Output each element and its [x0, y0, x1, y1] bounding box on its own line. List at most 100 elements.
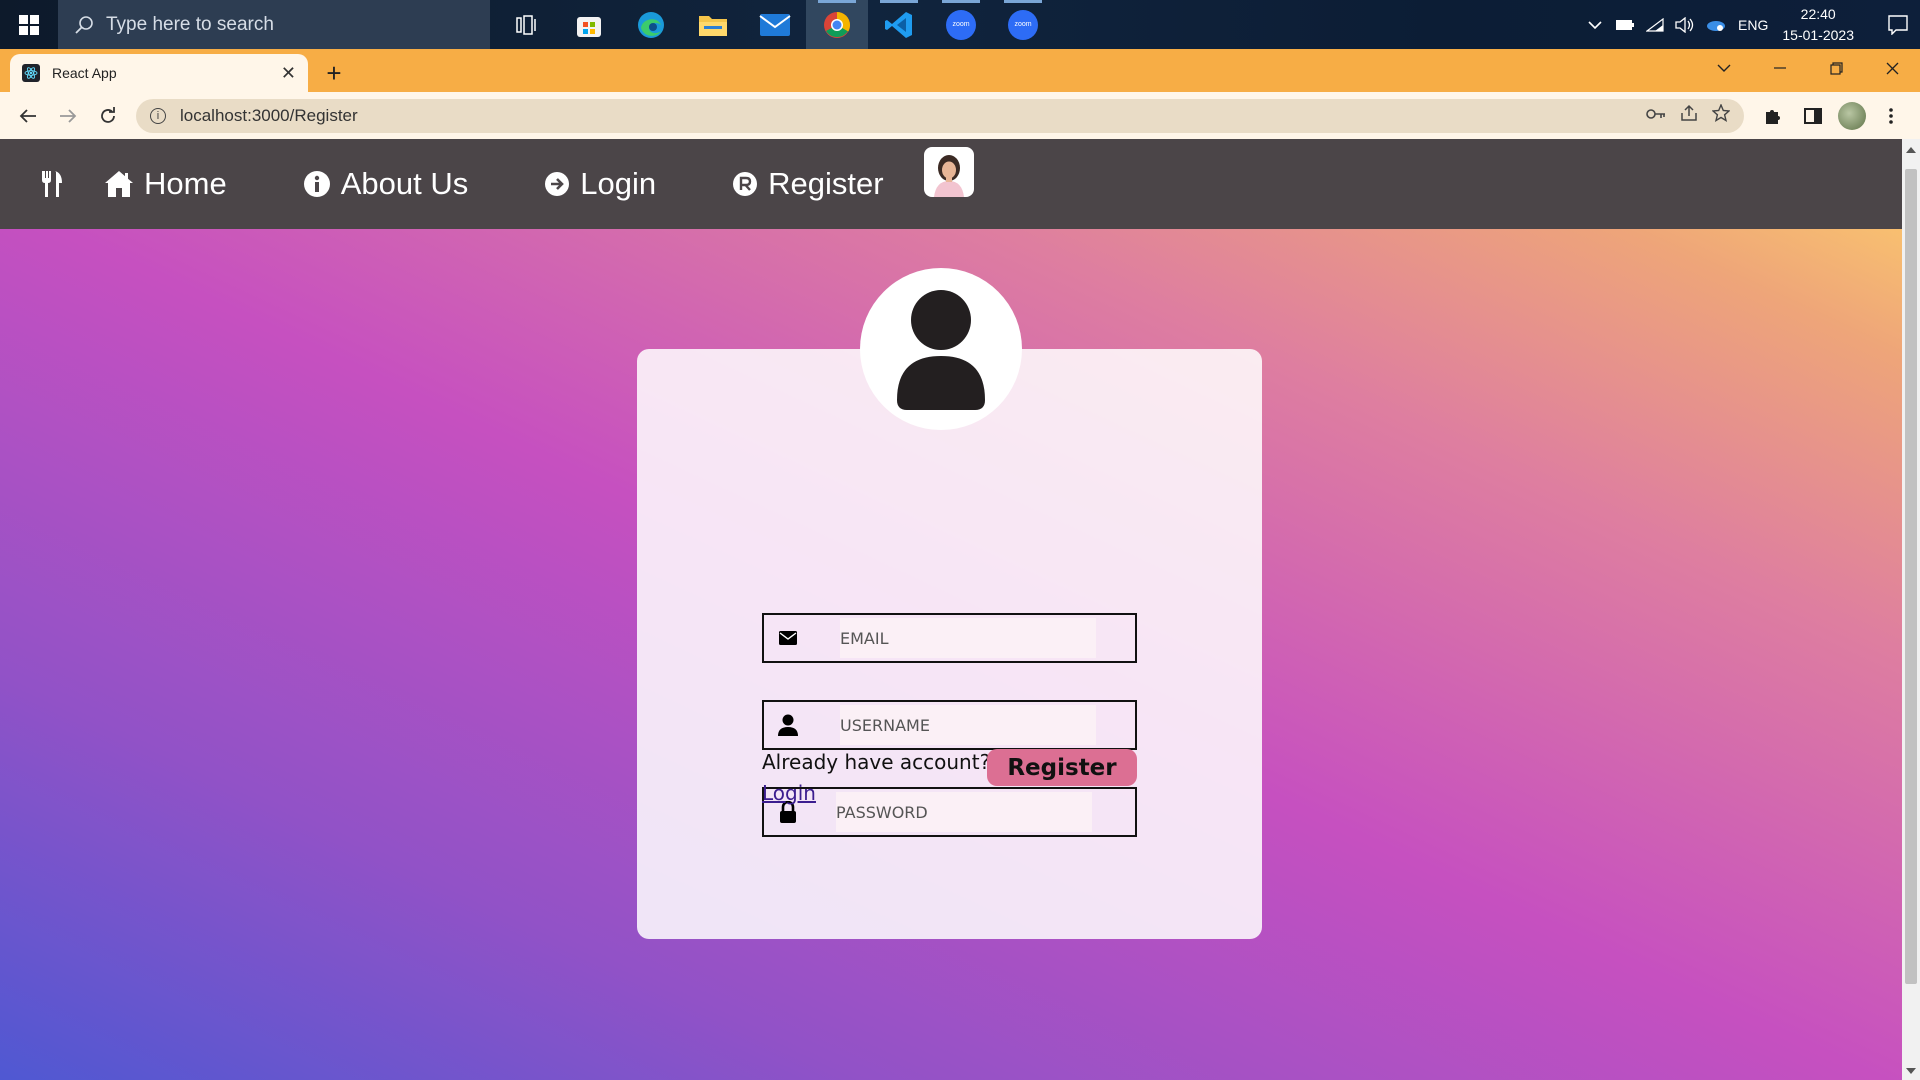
user-placeholder-avatar: [860, 268, 1022, 430]
back-button[interactable]: [8, 96, 48, 136]
windows-taskbar: Type here to search zoom zoom ENG 22:40 …: [0, 0, 1920, 49]
side-panel-icon: [1804, 107, 1822, 124]
mail-icon: [759, 13, 791, 36]
forward-button[interactable]: [48, 96, 88, 136]
username-field[interactable]: [762, 700, 1137, 750]
notification-icon: [1888, 14, 1908, 35]
email-field[interactable]: [762, 613, 1137, 663]
taskbar-zoom-2[interactable]: zoom: [992, 0, 1054, 49]
profile-avatar[interactable]: [1838, 101, 1866, 130]
clock[interactable]: 22:40 15-01-2023: [1782, 4, 1854, 46]
new-tab-button[interactable]: +: [316, 54, 352, 92]
bookmark-star-icon[interactable]: [1711, 103, 1731, 127]
onedrive-icon[interactable]: [1700, 0, 1730, 49]
puzzle-icon: [1766, 109, 1780, 124]
user-silhouette-icon: [897, 290, 985, 410]
utensils-logo-icon[interactable]: [0, 139, 104, 229]
file-explorer-icon: [699, 15, 727, 36]
more-vert-icon: [1889, 107, 1893, 124]
reload-button[interactable]: [88, 96, 128, 136]
minimize-icon: [1774, 67, 1786, 69]
chrome-menu-button[interactable]: [1876, 101, 1906, 131]
side-panel-button[interactable]: [1798, 101, 1828, 131]
site-info-icon[interactable]: i: [150, 107, 166, 124]
arrow-right-icon: [60, 108, 77, 123]
chrome-icon: [824, 11, 851, 38]
wifi-icon[interactable]: [1640, 0, 1670, 49]
restore-icon: [1829, 61, 1843, 75]
microsoft-store-icon: [577, 16, 601, 37]
language-indicator[interactable]: ENG: [1738, 17, 1768, 33]
taskbar-chrome[interactable]: [806, 0, 868, 49]
nav-link-label: Login: [580, 166, 657, 201]
taskbar-edge[interactable]: [620, 0, 682, 49]
clock-time: 22:40: [1800, 5, 1836, 22]
page-scrollbar[interactable]: [1902, 139, 1920, 1080]
user-icon: [770, 714, 806, 736]
restore-button[interactable]: [1808, 49, 1864, 87]
browser-toolbar: i localhost:3000/Register: [0, 92, 1920, 139]
nav-link-label: Register: [768, 166, 884, 201]
taskbar-search[interactable]: Type here to search: [58, 0, 490, 49]
key-icon[interactable]: [1646, 104, 1666, 127]
home-icon: [104, 170, 134, 198]
address-bar-url: localhost:3000/Register: [180, 105, 358, 125]
registered-icon: [732, 171, 758, 197]
reload-icon: [101, 106, 115, 123]
taskbar-zoom-1[interactable]: zoom: [930, 0, 992, 49]
scroll-up-icon[interactable]: [1906, 147, 1916, 153]
site-navbar: Home About Us Login Register: [0, 139, 1902, 229]
battery-icon[interactable]: [1610, 0, 1640, 49]
scroll-thumb[interactable]: [1905, 169, 1917, 984]
nav-link-label: About Us: [340, 166, 469, 201]
password-input[interactable]: [836, 792, 1092, 832]
register-button[interactable]: Register: [987, 749, 1137, 786]
password-field[interactable]: [762, 787, 1137, 837]
zoom-label: zoom: [952, 21, 970, 28]
nav-link-label: Home: [144, 166, 227, 201]
volume-icon[interactable]: [1670, 0, 1700, 49]
arrow-circle-right-icon: [544, 171, 570, 197]
show-hidden-icons[interactable]: [1580, 0, 1610, 49]
tab-search-button[interactable]: [1696, 49, 1752, 87]
search-icon: [75, 15, 93, 34]
start-button[interactable]: [0, 0, 58, 49]
close-tab-icon[interactable]: ✕: [281, 63, 296, 84]
login-link[interactable]: Login: [762, 781, 816, 805]
chevron-up-icon: [1588, 20, 1602, 29]
browser-tab[interactable]: React App ✕: [10, 54, 308, 92]
close-icon: [1886, 62, 1898, 74]
nav-link-register[interactable]: Register: [732, 166, 884, 202]
taskbar-file-explorer[interactable]: [682, 0, 744, 49]
close-window-button[interactable]: [1864, 49, 1920, 87]
react-favicon-icon: [22, 64, 40, 82]
notification-center[interactable]: [1876, 14, 1920, 35]
zoom-icon: zoom: [946, 9, 976, 40]
chevron-down-icon: [1717, 64, 1731, 72]
minimize-button[interactable]: [1752, 49, 1808, 87]
info-icon: [303, 170, 331, 198]
taskbar-search-placeholder: Type here to search: [106, 13, 274, 35]
email-input[interactable]: [840, 618, 1096, 658]
windows-logo-icon: [19, 14, 39, 35]
nav-link-login[interactable]: Login: [544, 166, 656, 202]
taskbar-microsoft-store[interactable]: [558, 0, 620, 49]
taskbar-mail[interactable]: [744, 0, 806, 49]
taskbar-task-view[interactable]: [496, 0, 558, 49]
user-avatar[interactable]: [923, 147, 974, 197]
share-icon[interactable]: [1680, 104, 1698, 127]
address-bar[interactable]: i localhost:3000/Register: [136, 98, 1744, 133]
scroll-down-icon[interactable]: [1906, 1068, 1916, 1074]
extensions-button[interactable]: [1758, 101, 1788, 131]
browser-tab-strip: React App ✕ +: [0, 49, 1920, 92]
already-have-account-text: Already have account?: [762, 750, 991, 774]
task-view-icon: [516, 14, 536, 35]
zoom-icon: zoom: [1008, 9, 1038, 40]
envelope-icon: [770, 631, 806, 645]
edge-icon: [638, 11, 664, 38]
nav-link-about[interactable]: About Us: [303, 166, 469, 202]
nav-link-home[interactable]: Home: [104, 166, 227, 202]
username-input[interactable]: [840, 705, 1096, 745]
vscode-icon: [885, 11, 912, 38]
taskbar-vscode[interactable]: [868, 0, 930, 49]
